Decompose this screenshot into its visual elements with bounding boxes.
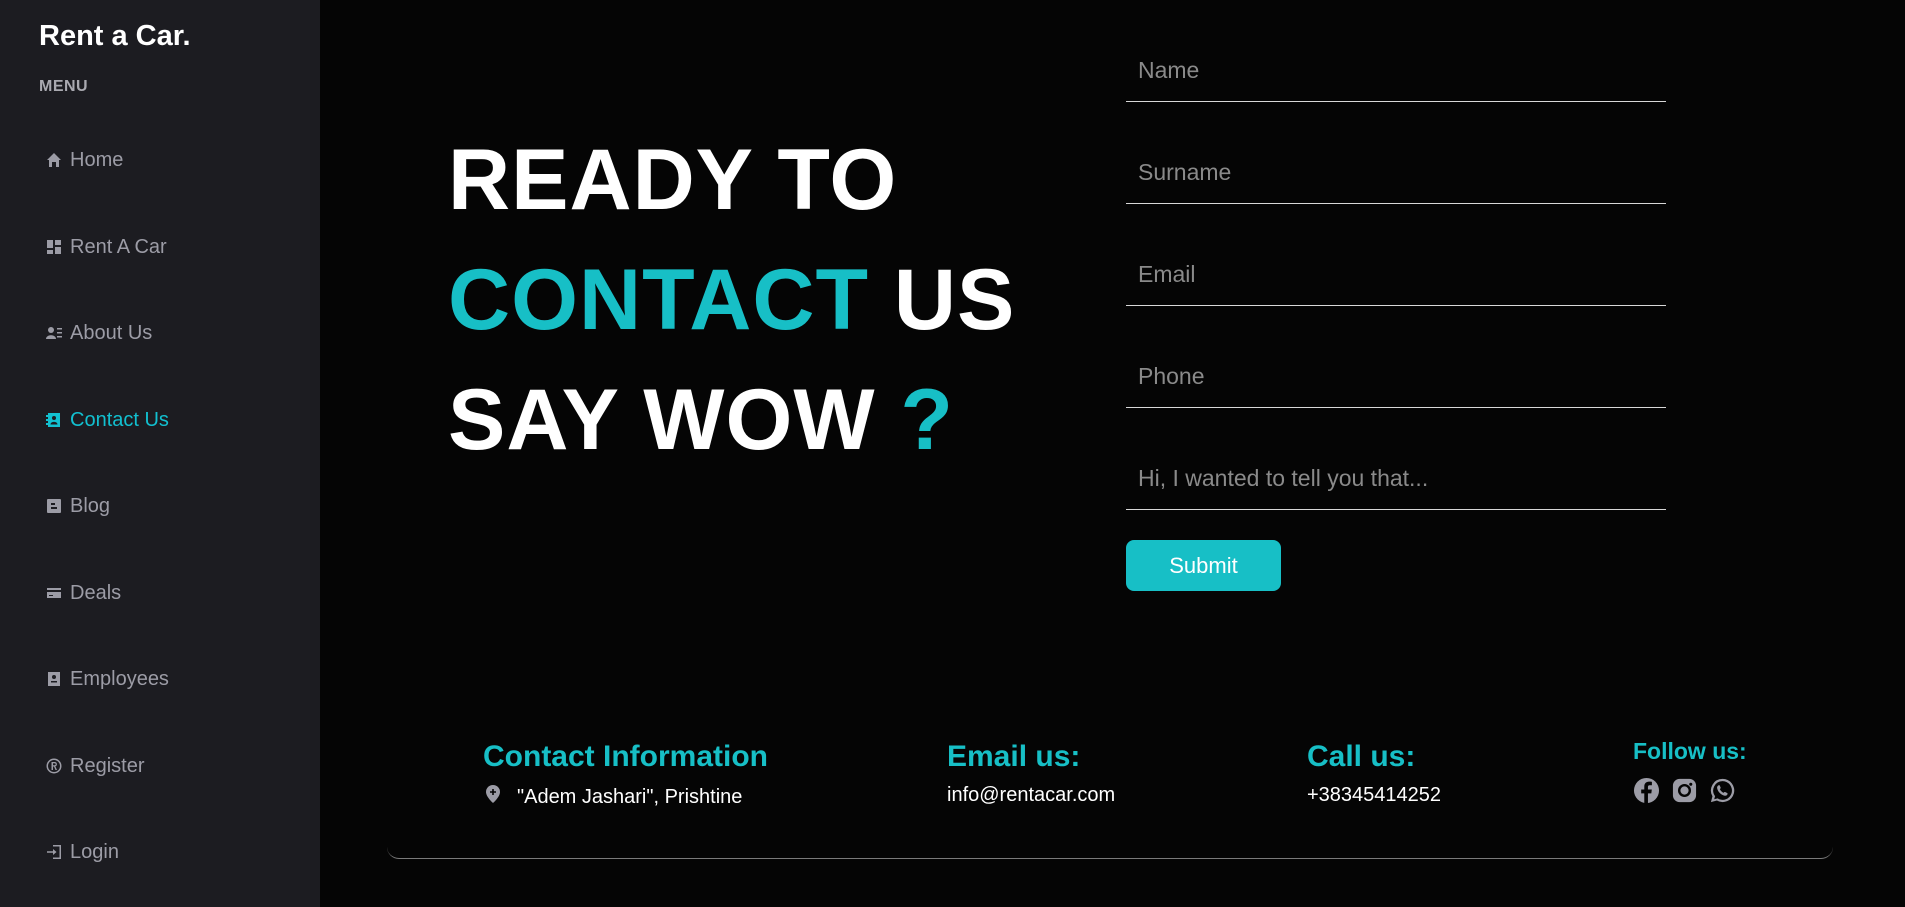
registered-icon	[46, 758, 62, 774]
hero-line-2-rest: US	[893, 252, 1016, 348]
badge-icon	[46, 671, 62, 687]
footer-contact-info: Contact Information "Adem Jashari", Pris…	[483, 740, 768, 810]
hero-accent-word: CONTACT	[448, 252, 870, 348]
email-input[interactable]	[1126, 244, 1666, 306]
contact-form: Submit	[1126, 40, 1666, 591]
surname-input[interactable]	[1126, 142, 1666, 204]
whatsapp-icon[interactable]	[1709, 777, 1736, 809]
message-input[interactable]	[1126, 448, 1666, 510]
instagram-icon[interactable]	[1671, 777, 1698, 809]
hero-heading: READY TO CONTACT US SAY WOW ?	[448, 120, 1015, 480]
dashboard-icon	[46, 239, 62, 255]
sidebar-item-login[interactable]: Login	[46, 837, 119, 867]
sidebar-item-deals[interactable]: Deals	[46, 578, 121, 608]
hero-line-3-text: SAY WOW	[448, 372, 876, 468]
sidebar-item-contact-us[interactable]: Contact Us	[46, 405, 169, 435]
facebook-icon[interactable]	[1633, 777, 1660, 809]
call-heading: Call us:	[1307, 740, 1416, 773]
sidebar-item-label: Rent A Car	[70, 235, 167, 258]
contact-card-icon	[46, 325, 62, 341]
sidebar-item-label: Register	[70, 754, 145, 777]
sidebar-item-label: Home	[70, 148, 124, 171]
blog-icon	[46, 498, 62, 514]
sidebar: Rent a Car. MENU Home Rent A Car About U…	[0, 0, 320, 907]
hero-line-3: SAY WOW ?	[448, 360, 1015, 480]
menu-label: MENU	[39, 78, 89, 95]
contact-info-heading: Contact Information	[483, 740, 768, 773]
sidebar-item-label: Employees	[70, 667, 169, 690]
sidebar-item-register[interactable]: Register	[46, 751, 144, 781]
sidebar-item-label: Deals	[70, 581, 122, 604]
footer: Contact Information "Adem Jashari", Pris…	[387, 738, 1833, 859]
address-book-icon	[46, 412, 62, 428]
social-links	[1633, 777, 1747, 809]
submit-button[interactable]: Submit	[1126, 540, 1281, 591]
follow-heading: Follow us:	[1633, 738, 1747, 764]
phone-input[interactable]	[1126, 346, 1666, 408]
hero-line-1: READY TO	[448, 132, 898, 228]
footer-follow: Follow us:	[1633, 738, 1747, 809]
sidebar-item-home[interactable]: Home	[46, 145, 123, 175]
sidebar-item-blog[interactable]: Blog	[46, 491, 110, 521]
footer-email: Email us: info@rentacar.com	[947, 740, 1115, 807]
sidebar-item-employees[interactable]: Employees	[46, 664, 169, 694]
location-pin-icon	[483, 784, 517, 810]
footer-call: Call us: +38345414252	[1307, 740, 1441, 807]
home-icon	[46, 152, 62, 168]
name-input[interactable]	[1126, 40, 1666, 102]
hero-line-2: CONTACT US	[448, 240, 1015, 360]
brand-logo[interactable]: Rent a Car.	[39, 20, 191, 53]
login-icon	[46, 844, 62, 860]
sidebar-item-label: About Us	[70, 321, 153, 344]
sidebar-item-rent-a-car[interactable]: Rent A Car	[46, 232, 167, 262]
sidebar-item-label: Blog	[70, 494, 111, 517]
phone-link[interactable]: +38345414252	[1307, 784, 1441, 807]
sidebar-item-label: Contact Us	[70, 408, 169, 431]
email-link[interactable]: info@rentacar.com	[947, 784, 1115, 807]
email-heading: Email us:	[947, 740, 1081, 773]
address-row: "Adem Jashari", Prishtine	[483, 784, 768, 810]
sidebar-item-label: Login	[70, 840, 119, 863]
address-text: "Adem Jashari", Prishtine	[517, 785, 743, 808]
sidebar-item-about-us[interactable]: About Us	[46, 318, 152, 348]
credit-card-icon	[46, 585, 62, 601]
hero-question-mark: ?	[900, 372, 954, 468]
